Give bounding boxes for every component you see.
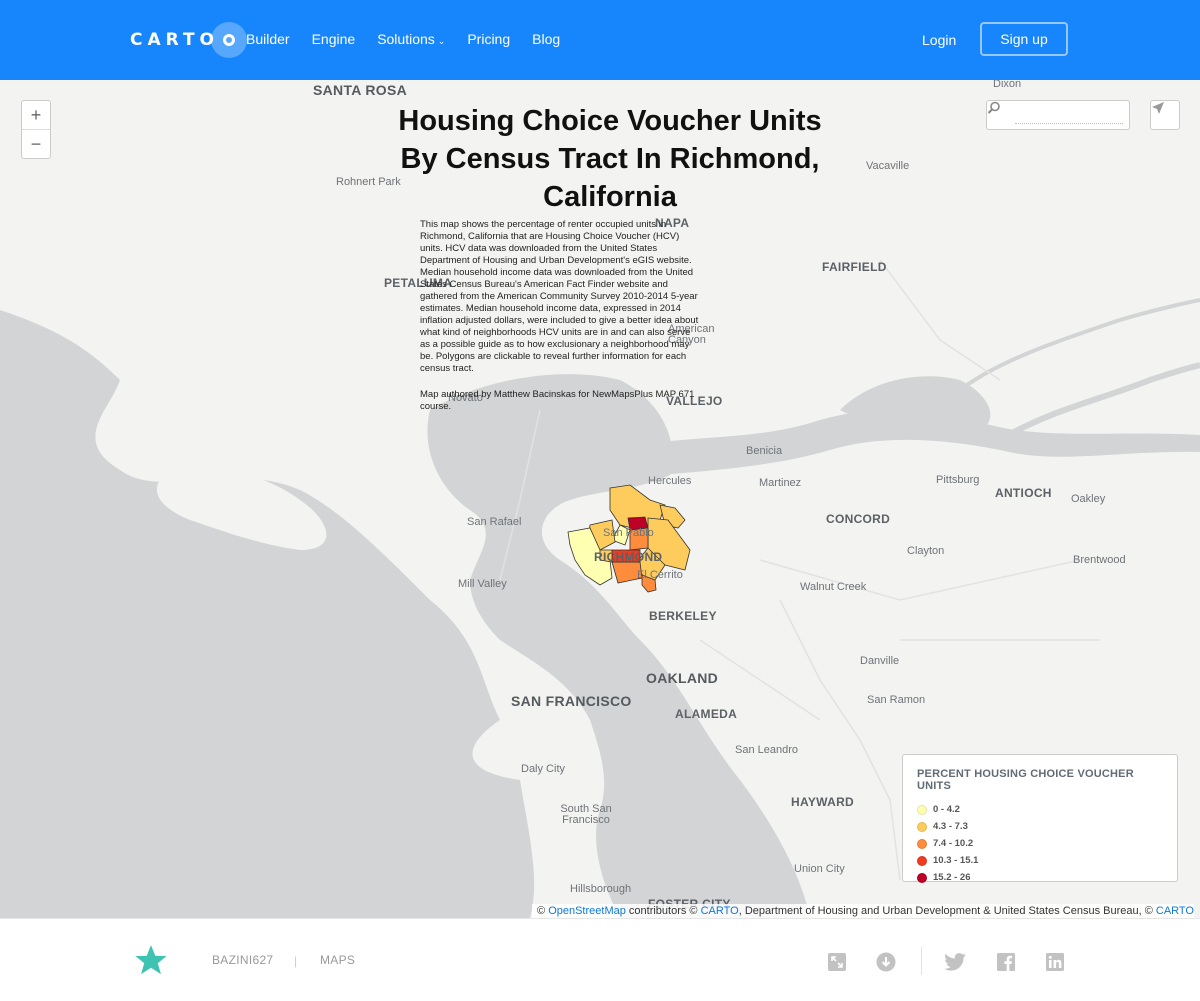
share-twitter-button[interactable] (944, 951, 966, 973)
place-label: FAIRFIELD (822, 260, 887, 274)
map-description: This map shows the percentage of renter … (420, 219, 702, 427)
place-label: Union City (794, 863, 845, 875)
logo-wordmark: CARTO (130, 30, 220, 50)
place-label: Walnut Creek (800, 581, 867, 593)
main-nav: Builder Engine Solutions ⌄ Pricing Blog (246, 31, 582, 47)
place-label: SAN FRANCISCO (511, 693, 632, 709)
star-icon[interactable] (134, 943, 168, 977)
place-label: Oakley (1071, 493, 1106, 505)
place-label: OAKLAND (646, 670, 719, 686)
legend-item: 7.4 - 10.2 (917, 835, 1163, 852)
place-label: El Cerrito (637, 569, 683, 581)
username-link[interactable]: BAZINI627 (212, 953, 273, 967)
place-label: BERKELEY (649, 609, 717, 623)
place-label: Clayton (907, 545, 945, 557)
legend-label: 7.4 - 10.2 (933, 838, 974, 849)
place-label: Martinez (759, 477, 802, 489)
locate-button[interactable] (1150, 100, 1180, 130)
zoom-out-button[interactable]: − (22, 129, 50, 158)
place-label: Benicia (746, 445, 783, 457)
twitter-icon (944, 953, 966, 971)
fullscreen-icon (828, 953, 846, 971)
place-label: Danville (860, 655, 900, 667)
signup-button[interactable]: Sign up (980, 22, 1068, 56)
legend-title: PERCENT HOUSING CHOICE VOUCHER UNITS (917, 768, 1134, 792)
place-label: Daly City (521, 763, 566, 775)
place-label: San Rafael (467, 516, 522, 528)
top-navigation-bar: CARTO Builder Engine Solutions ⌄ Pricing … (0, 0, 1200, 80)
search-input[interactable] (1015, 107, 1123, 124)
download-button[interactable] (875, 951, 897, 973)
place-label: Brentwood (1073, 554, 1126, 566)
map-search (986, 100, 1130, 130)
openstreetmap-link[interactable]: OpenStreetMap (548, 905, 626, 917)
place-label: Pittsburg (936, 474, 980, 486)
attribution-text: contributors © (628, 905, 698, 917)
place-label: Hercules (648, 475, 692, 487)
legend-swatch (917, 855, 927, 866)
attribution-prefix: © (537, 905, 546, 917)
legend-label: 10.3 - 15.1 (933, 855, 979, 866)
map-legend: PERCENT HOUSING CHOICE VOUCHER UNITS 0 -… (902, 754, 1178, 883)
location-arrow-icon (1152, 102, 1164, 114)
nav-builder[interactable]: Builder (246, 31, 290, 47)
share-facebook-button[interactable] (995, 951, 1017, 973)
footer-bar: BAZINI627 | MAPS (0, 918, 1200, 1001)
nav-solutions[interactable]: Solutions ⌄ (377, 31, 445, 47)
delta-channel (998, 362, 1200, 443)
legend-swatch (917, 872, 927, 883)
legend-swatch (917, 821, 927, 832)
place-label: South San Francisco (560, 803, 612, 826)
description-text: This map shows the percentage of renter … (420, 219, 699, 374)
place-label: ALAMEDA (675, 707, 738, 721)
place-label: Dixon (993, 80, 1022, 90)
maps-link[interactable]: MAPS (320, 953, 355, 967)
legend-swatch (917, 838, 927, 849)
zoom-in-button[interactable]: + (22, 101, 50, 129)
place-label: San Leandro (735, 744, 798, 756)
nav-pricing[interactable]: Pricing (467, 31, 510, 47)
nav-solutions-label: Solutions (377, 31, 435, 47)
map-canvas[interactable]: SANTA ROSA Dixon Rohnert Park NAPA Vacav… (0, 80, 1200, 918)
carto-link[interactable]: CARTO (1156, 905, 1194, 917)
facebook-icon (997, 953, 1015, 971)
place-label: Mill Valley (458, 578, 507, 590)
map-title: Housing Choice Voucher Units By Census T… (398, 105, 822, 213)
place-label: HAYWARD (791, 795, 854, 809)
nav-blog[interactable]: Blog (532, 31, 560, 47)
attribution-text: , Department of Housing and Urban Develo… (738, 905, 1153, 917)
breadcrumb-separator: | (294, 954, 298, 968)
place-label: ANTIOCH (995, 486, 1052, 500)
legend-swatch (917, 804, 927, 815)
legend-item: 0 - 4.2 (917, 801, 1163, 818)
carto-logo[interactable]: CARTO (130, 22, 248, 58)
nav-engine[interactable]: Engine (312, 31, 356, 47)
login-link[interactable]: Login (922, 32, 956, 48)
place-label: San Ramon (867, 694, 926, 706)
footer-divider (921, 947, 922, 975)
place-label: Vacaville (866, 160, 910, 172)
logo-circle-icon (211, 22, 248, 58)
legend-label: 0 - 4.2 (933, 804, 960, 815)
place-label: San Pablo (603, 527, 654, 539)
map-attribution: © OpenStreetMap contributors © CARTO, De… (532, 904, 1194, 918)
share-linkedin-button[interactable] (1044, 951, 1066, 973)
place-label: SANTA ROSA (313, 82, 407, 98)
download-icon (876, 952, 896, 972)
place-label: CONCORD (826, 512, 891, 526)
legend-item: 4.3 - 7.3 (917, 818, 1163, 835)
author-credit: Map authored by Matthew Bacinskas for Ne… (420, 389, 695, 412)
fullscreen-button[interactable] (826, 951, 848, 973)
place-label: RICHMOND (594, 550, 663, 564)
place-label: Hillsborough (570, 883, 632, 895)
legend-label: 4.3 - 7.3 (933, 821, 968, 832)
legend-label: 15.2 - 26 (933, 872, 971, 883)
legend-item: 15.2 - 26 (917, 869, 1163, 886)
zoom-control: + − (21, 100, 51, 159)
chevron-down-icon: ⌄ (437, 36, 446, 46)
carto-link[interactable]: CARTO (701, 905, 739, 917)
linkedin-icon (1046, 953, 1064, 971)
legend-item: 10.3 - 15.1 (917, 852, 1163, 869)
search-icon (987, 101, 1000, 114)
